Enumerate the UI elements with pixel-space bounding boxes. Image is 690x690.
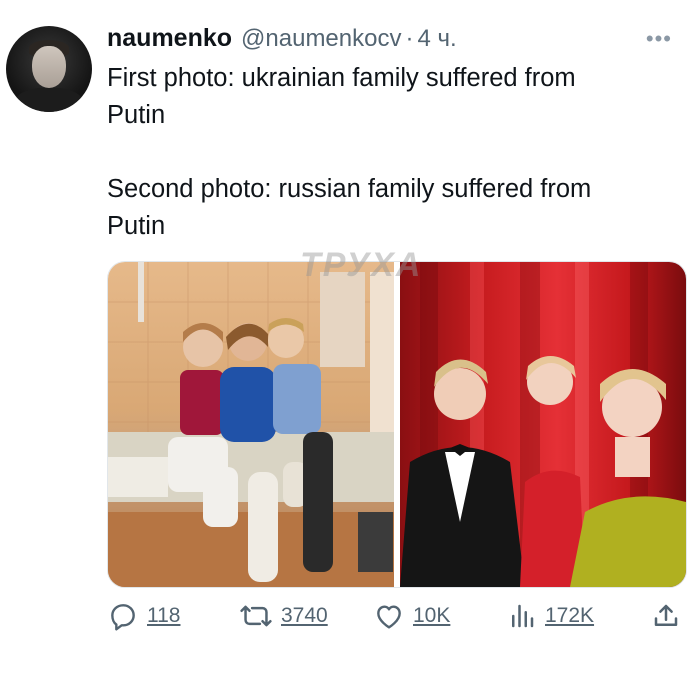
tweet-text-line: First photo: ukrainian family suffered f… xyxy=(107,64,576,92)
tweet-time[interactable]: 4 ч. xyxy=(417,25,456,53)
author-avatar[interactable] xyxy=(6,26,92,112)
avatar-face xyxy=(32,46,66,88)
reply-icon xyxy=(111,604,135,631)
share-button[interactable] xyxy=(651,600,681,632)
more-options-icon[interactable]: ••• xyxy=(646,26,672,52)
views-icon xyxy=(512,604,534,628)
photo-ukrainian-family-illustration xyxy=(108,262,394,587)
retweet-button[interactable]: 3740 xyxy=(239,600,328,632)
retweet-count[interactable]: 3740 xyxy=(281,604,328,628)
share-icon xyxy=(654,604,678,626)
separator: · xyxy=(405,25,414,52)
like-icon xyxy=(377,605,401,629)
retweet-icon xyxy=(240,605,272,627)
views-button[interactable]: 172K xyxy=(507,600,594,632)
author-handle[interactable]: @naumenkocv xyxy=(241,25,401,53)
tweet-media[interactable] xyxy=(107,261,687,588)
like-button[interactable]: 10K xyxy=(373,600,450,632)
tweet-header: naumenko @naumenkocv · 4 ч. xyxy=(107,24,457,54)
photo-russian-family[interactable] xyxy=(400,262,686,587)
tweet-text-line: Putin xyxy=(107,212,166,240)
media-watermark: ТРУХА xyxy=(300,246,423,284)
author-name[interactable]: naumenko xyxy=(107,24,232,53)
views-count[interactable]: 172K xyxy=(545,604,594,628)
photo-ukrainian-family[interactable] xyxy=(108,262,394,587)
tweet-text-line: Putin xyxy=(107,101,166,129)
reply-count[interactable]: 118 xyxy=(147,604,180,628)
reply-button[interactable]: 118 xyxy=(107,600,180,632)
tweet-actions: 118 3740 10K 172K xyxy=(107,600,685,640)
tweet-text: First photo: ukrainian family suffered f… xyxy=(107,60,677,245)
avatar-shirt xyxy=(14,88,84,112)
like-count[interactable]: 10K xyxy=(413,604,450,628)
tweet-text-line: Second photo: russian family suffered fr… xyxy=(107,175,592,203)
photo-russian-family-illustration xyxy=(400,262,686,587)
